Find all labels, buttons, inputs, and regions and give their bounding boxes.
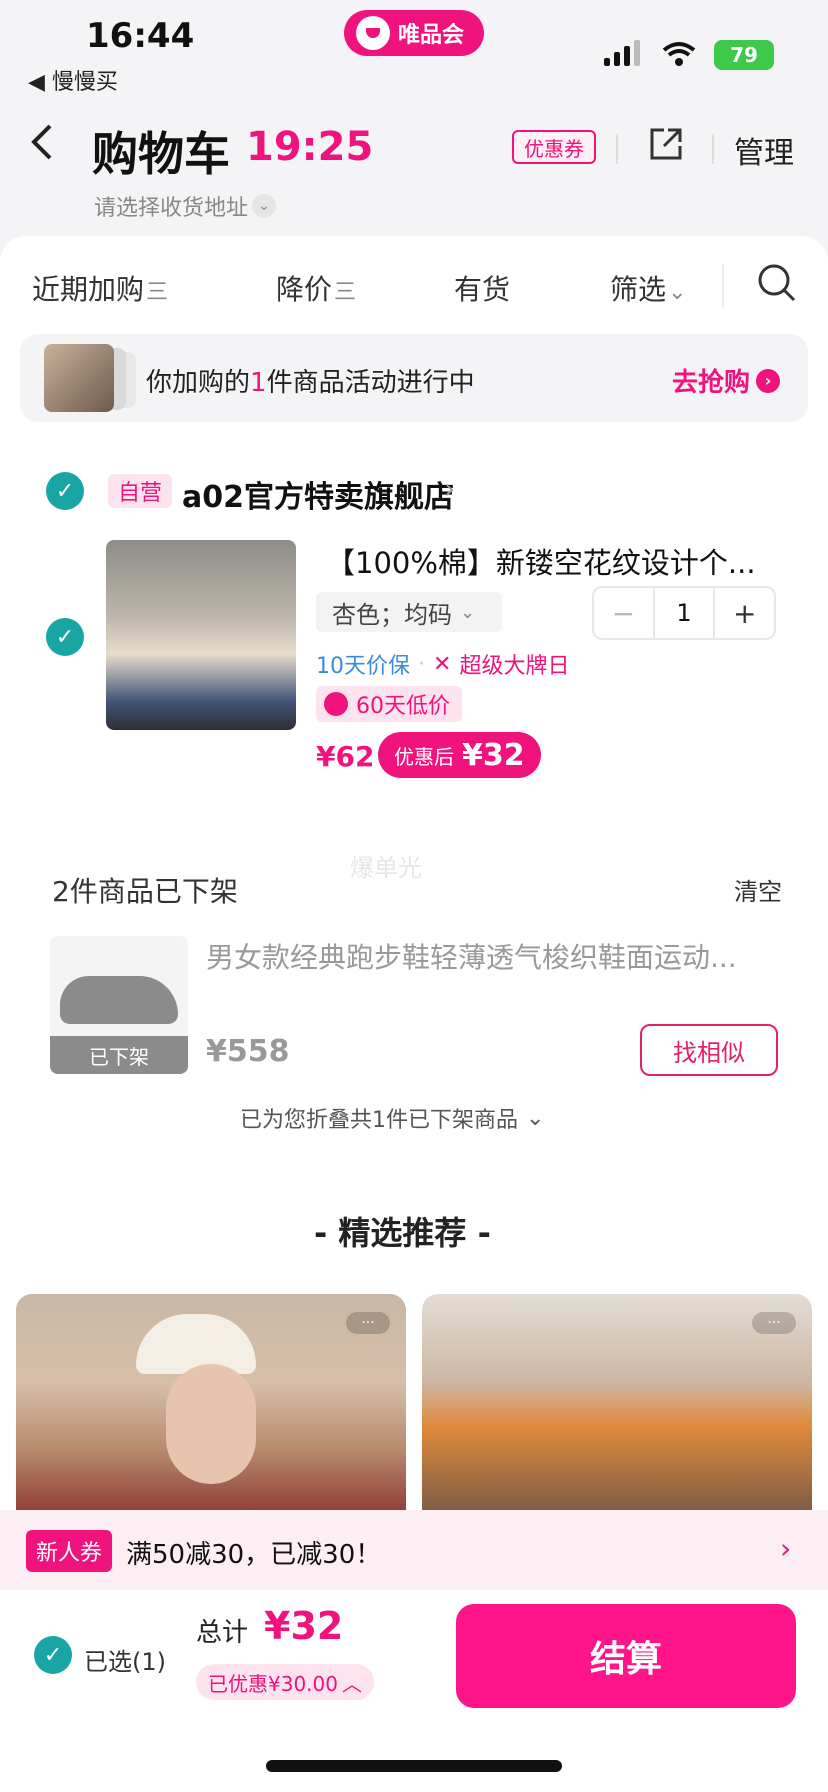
- recommend-card[interactable]: ···: [422, 1294, 812, 1514]
- brand-logo-icon: [356, 16, 390, 50]
- address-selector[interactable]: 请选择收货地址 ⌄: [94, 190, 277, 222]
- recommend-title: - 精选推荐 -: [314, 1214, 491, 1252]
- quantity-value[interactable]: 1: [652, 588, 716, 638]
- selected-count: 已选(1): [84, 1648, 166, 1676]
- total-label: 总计: [196, 1618, 249, 1648]
- star-icon: ✕: [433, 651, 452, 677]
- off-shelf-product-image[interactable]: 已下架: [50, 936, 188, 1074]
- product-thumbnail: [44, 344, 114, 412]
- quantity-stepper: − 1 +: [592, 586, 776, 640]
- tab-filter[interactable]: 筛选⌄: [610, 268, 686, 308]
- checkout-button[interactable]: 结算: [456, 1604, 796, 1708]
- store-checkbox[interactable]: ✓: [46, 472, 84, 510]
- discount-detail-toggle[interactable]: 已优惠¥30.00 ︿: [196, 1664, 374, 1700]
- home-indicator: [266, 1760, 562, 1772]
- more-icon[interactable]: ···: [752, 1312, 796, 1334]
- brand-pill: 唯品会: [344, 10, 484, 56]
- off-shelf-status: 已下架: [50, 1036, 188, 1074]
- more-icon[interactable]: ···: [346, 1312, 390, 1334]
- discounted-price-badge: 优惠后 ¥32: [378, 732, 541, 778]
- battery-indicator: 79: [714, 40, 774, 70]
- address-label: 请选择收货地址: [94, 196, 249, 221]
- decrease-button[interactable]: −: [594, 588, 653, 638]
- tab-in-stock[interactable]: 有货: [454, 268, 510, 308]
- divider: [722, 264, 724, 308]
- manage-button[interactable]: 管理: [734, 128, 794, 172]
- store-name-link[interactable]: a02官方特卖旗舰店: [182, 472, 454, 516]
- tab-price-drop[interactable]: 降价三: [276, 268, 356, 308]
- off-shelf-product-title[interactable]: 男女款经典跑步鞋轻薄透气梭织鞋面运动...: [206, 936, 772, 976]
- self-operated-badge: 自营: [108, 474, 172, 508]
- select-all-checkbox[interactable]: ✓: [34, 1636, 72, 1674]
- product-title[interactable]: 【100%棉】新镂空花纹设计个...: [326, 540, 766, 582]
- back-button[interactable]: [28, 120, 56, 175]
- price-protect-tag: 10天价保: [316, 654, 410, 679]
- go-buy-button[interactable]: 去抢购 ›: [672, 362, 781, 399]
- newcomer-badge: 新人券: [26, 1530, 112, 1572]
- original-price: ¥62: [316, 740, 375, 773]
- brand-name: 唯品会: [398, 23, 465, 48]
- watermark: 爆单光: [350, 854, 422, 882]
- increase-button[interactable]: +: [715, 588, 774, 638]
- coupon-button[interactable]: 优惠券: [512, 130, 596, 164]
- sku-selector[interactable]: 杏色；均码 ⌄: [316, 592, 502, 632]
- chevron-down-icon: ⌄: [460, 601, 476, 623]
- brand-day-tag: 超级大牌日: [459, 654, 570, 679]
- chevron-right-icon: ›: [444, 472, 456, 505]
- product-image[interactable]: [106, 540, 296, 730]
- chevron-down-icon: ⌄: [526, 1105, 545, 1131]
- wifi-icon: [662, 40, 696, 75]
- off-shelf-title: 2件商品已下架: [52, 875, 238, 908]
- divider: [616, 134, 618, 164]
- shoe-icon: [60, 976, 178, 1024]
- status-time: 16:44: [86, 16, 195, 56]
- product-tags: 10天价保 · ✕ 超级大牌日: [316, 648, 569, 680]
- recommend-card[interactable]: ···: [16, 1294, 406, 1514]
- chevron-right-icon[interactable]: ›: [780, 1532, 791, 1565]
- total-value: ¥32: [264, 1604, 344, 1648]
- off-shelf-price: ¥558: [206, 1034, 290, 1069]
- coupon-text: 满50减30，已减30！: [126, 1540, 382, 1570]
- tab-recent[interactable]: 近期加购三: [32, 268, 168, 308]
- search-icon[interactable]: [756, 262, 798, 304]
- low-price-badge: 60天低价: [316, 686, 462, 722]
- fold-toggle[interactable]: 已为您折叠共1件已下架商品 ⌄: [240, 1102, 544, 1134]
- activity-text: 你加购的1件商品活动进行中: [146, 368, 475, 398]
- share-icon[interactable]: [648, 126, 684, 162]
- item-checkbox[interactable]: ✓: [46, 618, 84, 656]
- chevron-left-icon: [31, 124, 52, 160]
- divider: [712, 134, 714, 164]
- find-similar-button[interactable]: 找相似: [640, 1024, 778, 1076]
- page-title: 购物车: [92, 127, 230, 181]
- clear-button[interactable]: 清空: [734, 872, 782, 907]
- trend-down-icon: [324, 692, 348, 716]
- newcomer-coupon-bar[interactable]: [0, 1510, 828, 1590]
- cart-timer: 19:25: [246, 124, 374, 170]
- chevron-up-icon: ︿: [341, 1671, 362, 1696]
- back-to-app-link[interactable]: ◀ 慢慢买: [28, 64, 118, 96]
- chevron-down-icon: ⌄: [252, 194, 277, 218]
- signal-icon: [604, 40, 640, 66]
- arrow-right-icon: ›: [756, 368, 781, 393]
